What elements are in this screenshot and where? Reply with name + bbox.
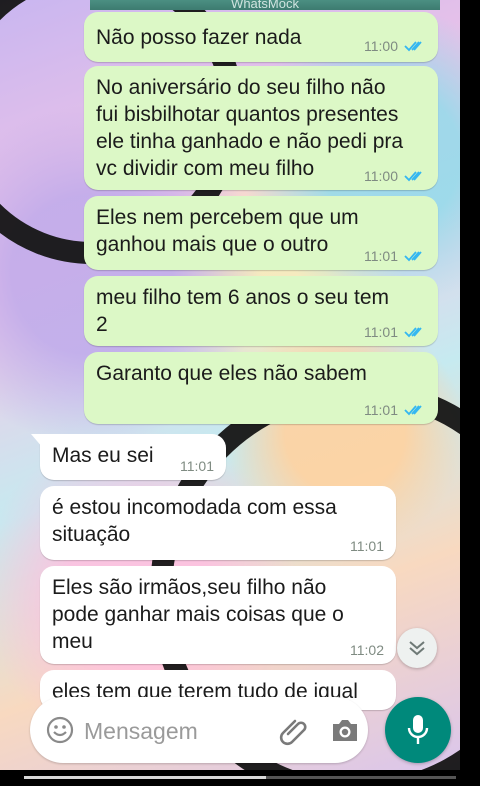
message-time: 11:01	[364, 324, 398, 340]
read-receipt-icon	[404, 171, 422, 182]
video-progress-bar[interactable]	[24, 776, 456, 779]
chat-screen: WhatsMock Não posso fazer nada 11:00 No …	[0, 0, 480, 786]
message-composer	[30, 697, 368, 763]
message-text: Eles são irmãos,seu filho não pode ganha…	[52, 576, 344, 653]
message-input[interactable]	[82, 712, 266, 750]
read-receipt-icon	[404, 405, 422, 416]
message-time: 11:02	[350, 642, 384, 658]
message-meta: 11:01	[180, 458, 214, 474]
outgoing-message[interactable]: Não posso fazer nada 11:00	[84, 12, 438, 62]
incoming-message[interactable]: é estou incomodada com essa situação 11:…	[40, 486, 396, 560]
camera-icon[interactable]	[330, 716, 360, 744]
message-time: 11:00	[364, 168, 398, 184]
message-meta: 11:01	[364, 402, 426, 418]
outgoing-message[interactable]: Garanto que eles não sabem 11:01	[84, 352, 438, 424]
screen-edge	[460, 0, 480, 786]
outgoing-message[interactable]: Eles nem percebem que um ganhou mais que…	[84, 196, 438, 270]
message-meta: 11:00	[364, 38, 426, 54]
outgoing-message[interactable]: No aniversário do seu filho não fui bisb…	[84, 66, 438, 190]
emoji-icon[interactable]	[46, 716, 74, 744]
message-time: 11:01	[364, 248, 398, 264]
message-text: é estou incomodada com essa situação	[52, 496, 337, 546]
bubble-tail	[31, 434, 43, 448]
message-time: 11:01	[364, 402, 398, 418]
message-meta: 11:01	[350, 538, 384, 554]
incoming-message[interactable]: Mas eu sei 11:01	[31, 434, 226, 480]
read-receipt-icon	[404, 327, 422, 338]
attach-icon[interactable]	[278, 714, 312, 748]
chat-header-title: WhatsMock	[90, 0, 440, 10]
incoming-message[interactable]: Eles são irmãos,seu filho não pode ganha…	[40, 566, 396, 664]
message-meta: 11:01	[364, 324, 426, 340]
message-text: Garanto que eles não sabem	[96, 362, 367, 385]
voice-record-button[interactable]	[385, 697, 451, 763]
double-chevron-down-icon	[409, 641, 425, 656]
message-meta: 11:00	[364, 168, 426, 184]
message-meta: 11:01	[364, 248, 426, 264]
message-time: 11:01	[350, 538, 384, 554]
read-receipt-icon	[404, 251, 422, 262]
message-text: No aniversário do seu filho não fui bisb…	[96, 76, 404, 180]
video-progress-fill	[24, 776, 266, 779]
message-meta: 11:02	[350, 642, 384, 658]
scroll-to-bottom-button[interactable]	[397, 628, 437, 668]
read-receipt-icon	[404, 41, 422, 52]
message-time: 11:00	[364, 38, 398, 54]
microphone-icon	[407, 715, 429, 744]
message-time: 11:01	[180, 458, 214, 474]
outgoing-message[interactable]: meu filho tem 6 anos o seu tem 2 11:01	[84, 276, 438, 346]
